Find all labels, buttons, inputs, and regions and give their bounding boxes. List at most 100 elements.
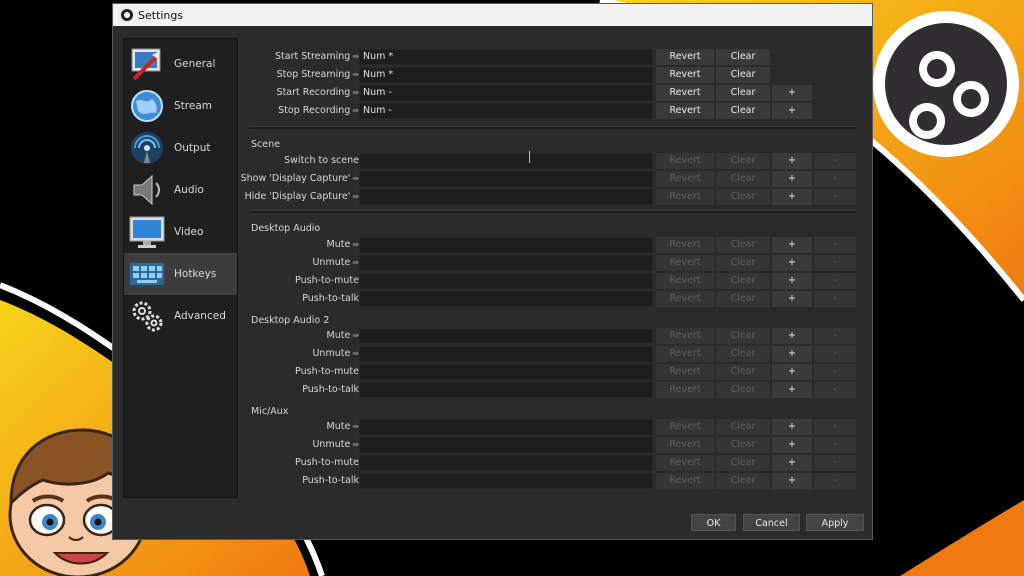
clear-button[interactable]: Clear [716,49,770,65]
remove-button[interactable]: - [814,382,856,398]
clear-button[interactable]: Clear [716,455,770,471]
revert-button[interactable]: Revert [656,346,714,362]
hotkey-input[interactable] [359,237,653,253]
apply-button[interactable]: Apply [806,514,864,531]
clear-button[interactable]: Clear [716,328,770,344]
revert-button[interactable]: Revert [656,419,714,435]
clear-button[interactable]: Clear [716,437,770,453]
hotkey-input[interactable] [359,273,653,289]
sidebar-item-audio[interactable]: Audio [124,169,237,211]
hotkey-input[interactable] [359,364,653,380]
ok-button[interactable]: OK [691,514,736,531]
remove-button[interactable]: - [814,437,856,453]
add-button[interactable]: + [772,189,812,205]
remove-button[interactable]: - [814,291,856,307]
hotkey-input[interactable] [359,189,653,205]
hotkey-input[interactable] [359,328,653,344]
revert-button[interactable]: Revert [656,364,714,380]
remove-button[interactable]: - [814,189,856,205]
clear-button[interactable]: Clear [716,473,770,489]
remove-button[interactable]: - [814,346,856,362]
clear-button[interactable]: Clear [716,67,770,83]
clear-button[interactable]: Clear [716,237,770,253]
clear-button[interactable]: Clear [716,153,770,169]
remove-button[interactable]: - [814,153,856,169]
revert-button[interactable]: Revert [656,67,714,83]
add-button[interactable]: + [772,291,812,307]
revert-button[interactable]: Revert [656,291,714,307]
hotkey-input[interactable] [359,171,653,187]
sidebar-item-hotkeys[interactable]: Hotkeys [124,253,237,295]
sidebar-item-label: Output [174,142,211,154]
clear-button[interactable]: Clear [716,255,770,271]
revert-button[interactable]: Revert [656,473,714,489]
hotkey-input[interactable] [359,455,653,471]
add-button[interactable]: + [772,153,812,169]
clear-button[interactable]: Clear [716,364,770,380]
revert-button[interactable]: Revert [656,85,714,101]
hotkey-input[interactable] [359,382,653,398]
remove-button[interactable]: - [814,328,856,344]
hotkey-input[interactable]: Num * [359,49,653,65]
clear-button[interactable]: Clear [716,85,770,101]
hotkey-input[interactable]: Num - [359,103,653,119]
add-button[interactable]: + [772,328,812,344]
revert-button[interactable]: Revert [656,328,714,344]
add-button[interactable]: + [772,273,812,289]
add-button[interactable]: + [772,455,812,471]
revert-button[interactable]: Revert [656,382,714,398]
revert-button[interactable]: Revert [656,237,714,253]
add-button[interactable]: + [772,103,812,119]
revert-button[interactable]: Revert [656,171,714,187]
hotkey-input[interactable]: Num - [359,85,653,101]
remove-button[interactable]: - [814,473,856,489]
remove-button[interactable]: - [814,171,856,187]
add-button[interactable]: + [772,237,812,253]
remove-button[interactable]: - [814,273,856,289]
clear-button[interactable]: Clear [716,273,770,289]
clear-button[interactable]: Clear [716,171,770,187]
remove-button[interactable]: - [814,237,856,253]
sidebar-item-advanced[interactable]: Advanced [124,295,237,337]
add-button[interactable]: + [772,255,812,271]
clear-button[interactable]: Clear [716,103,770,119]
add-button[interactable]: + [772,473,812,489]
sidebar-item-general[interactable]: General [124,43,237,85]
add-button[interactable]: + [772,364,812,380]
revert-button[interactable]: Revert [656,189,714,205]
revert-button[interactable]: Revert [656,273,714,289]
add-button[interactable]: + [772,382,812,398]
add-button[interactable]: + [772,437,812,453]
hotkey-input[interactable] [359,419,653,435]
clear-button[interactable]: Clear [716,189,770,205]
add-button[interactable]: + [772,171,812,187]
clear-button[interactable]: Clear [716,346,770,362]
add-button[interactable]: + [772,346,812,362]
clear-button[interactable]: Clear [716,291,770,307]
revert-button[interactable]: Revert [656,437,714,453]
sidebar-item-video[interactable]: Video [124,211,237,253]
hotkey-input[interactable] [359,153,653,169]
clear-button[interactable]: Clear [716,382,770,398]
cancel-button[interactable]: Cancel [743,514,800,531]
hotkey-input[interactable]: Num * [359,67,653,83]
revert-button[interactable]: Revert [656,255,714,271]
revert-button[interactable]: Revert [656,153,714,169]
hotkey-input[interactable] [359,473,653,489]
revert-button[interactable]: Revert [656,455,714,471]
hotkey-input[interactable] [359,346,653,362]
remove-button[interactable]: - [814,364,856,380]
remove-button[interactable]: - [814,255,856,271]
hotkey-input[interactable] [359,291,653,307]
sidebar-item-stream[interactable]: Stream [124,85,237,127]
add-button[interactable]: + [772,419,812,435]
add-button[interactable]: + [772,85,812,101]
hotkey-input[interactable] [359,255,653,271]
revert-button[interactable]: Revert [656,103,714,119]
revert-button[interactable]: Revert [656,49,714,65]
remove-button[interactable]: - [814,455,856,471]
hotkey-input[interactable] [359,437,653,453]
remove-button[interactable]: - [814,419,856,435]
clear-button[interactable]: Clear [716,419,770,435]
sidebar-item-output[interactable]: Output [124,127,237,169]
